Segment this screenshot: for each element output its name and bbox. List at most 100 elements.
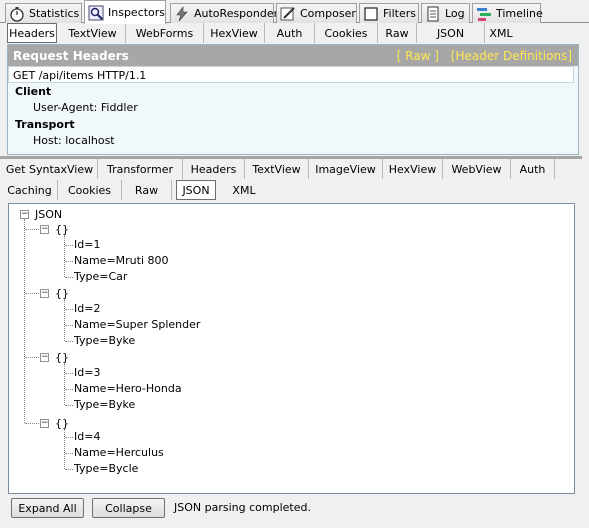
response-tab-caching[interactable]: Caching (2, 180, 58, 200)
header-group-transport: Transport (15, 118, 75, 131)
tree-field-node[interactable]: Id=1 (74, 238, 100, 251)
tree-field-node[interactable]: Id=4 (74, 430, 100, 443)
tree-object-node[interactable]: {} (55, 223, 69, 236)
tab-composer-label: Composer (300, 7, 356, 20)
stopwatch-icon (9, 6, 25, 22)
collapse-toggle-icon[interactable]: − (20, 210, 29, 219)
tree-connector (64, 235, 65, 277)
tab-statistics[interactable]: Statistics (5, 3, 82, 23)
response-tab-transformer[interactable]: Transformer (98, 159, 183, 179)
request-tab-auth[interactable]: Auth (265, 23, 315, 43)
tree-connector (65, 245, 73, 246)
tree-connector (65, 437, 73, 438)
tree-connector (65, 469, 73, 470)
request-headers-title: Request Headers (13, 49, 129, 63)
tree-root-node[interactable]: JSON (35, 208, 62, 221)
request-tab-webforms[interactable]: WebForms (126, 23, 204, 43)
tree-connector (65, 325, 73, 326)
tree-connector (25, 357, 41, 358)
response-tab-raw[interactable]: Raw (122, 180, 172, 200)
response-tab-headers[interactable]: Headers (183, 159, 245, 179)
tree-connector (25, 423, 41, 424)
raw-link[interactable]: [ Raw ] (397, 49, 439, 63)
request-headers-pane: Request Headers [ Raw ] [Header Definiti… (7, 44, 579, 155)
tab-composer[interactable]: Composer (276, 3, 357, 23)
tree-field-node[interactable]: Type=Byke (74, 398, 135, 411)
tree-field-node[interactable]: Name=Super Splender (74, 318, 200, 331)
tree-connector (64, 363, 65, 405)
tab-autoresponder-label: AutoResponder (194, 7, 279, 20)
request-tab-hexview[interactable]: HexView (204, 23, 265, 43)
tree-connector (65, 405, 73, 406)
response-tab-xml[interactable]: XML (219, 180, 269, 200)
response-tabs-row1: Get SyntaxView Transformer Headers TextV… (2, 159, 577, 180)
response-tabs-row2: Caching Cookies Raw JSON XML (2, 180, 302, 201)
request-tabs: Headers TextView WebForms HexView Auth C… (7, 23, 579, 44)
log-icon (425, 6, 441, 22)
inspector-tab-strip: Statistics Inspectors AutoResponder Comp… (0, 0, 589, 24)
tab-inspectors-label: Inspectors (108, 6, 166, 19)
tree-connector (65, 453, 73, 454)
pencil-icon (280, 6, 296, 22)
tree-field-node[interactable]: Id=3 (74, 366, 100, 379)
collapse-toggle-icon[interactable]: − (40, 419, 49, 428)
request-tab-headers[interactable]: Headers (7, 23, 57, 43)
tree-connector (64, 299, 65, 341)
tree-connector (65, 341, 73, 342)
response-tab-get-syntaxview[interactable]: Get SyntaxView (2, 159, 98, 179)
header-user-agent: User-Agent: Fiddler (33, 101, 138, 114)
response-tab-imageview[interactable]: ImageView (309, 159, 383, 179)
collapse-toggle-icon[interactable]: − (40, 353, 49, 362)
expand-all-button[interactable]: Expand All (11, 498, 84, 518)
response-tab-textview[interactable]: TextView (245, 159, 309, 179)
collapse-button[interactable]: Collapse (92, 498, 165, 518)
tree-connector (65, 373, 73, 374)
request-tab-textview[interactable]: TextView (60, 23, 126, 43)
json-tree: − JSON − {} Id=1 Name=Mruti 800 Type=Car… (8, 203, 575, 494)
tab-filters[interactable]: Filters (359, 3, 419, 23)
response-tab-cookies[interactable]: Cookies (58, 180, 122, 200)
request-headers-title-bar: Request Headers [ Raw ] [Header Definiti… (8, 45, 578, 66)
lightning-icon (174, 5, 190, 22)
header-group-client: Client (15, 85, 52, 98)
response-tab-webview[interactable]: WebView (443, 159, 511, 179)
header-host: Host: localhost (33, 134, 115, 147)
collapse-toggle-icon[interactable]: − (40, 289, 49, 298)
tree-field-node[interactable]: Name=Hero-Honda (74, 382, 182, 395)
tab-inspectors[interactable]: Inspectors (84, 0, 166, 24)
tree-field-node[interactable]: Name=Mruti 800 (74, 254, 169, 267)
response-tab-auth[interactable]: Auth (511, 159, 555, 179)
tree-field-node[interactable]: Type=Car (74, 270, 127, 283)
inspector-icon (88, 5, 104, 21)
tab-log[interactable]: Log (421, 3, 470, 23)
tree-connector (25, 293, 41, 294)
request-tab-xml[interactable]: XML (485, 23, 517, 43)
tree-connector (65, 309, 73, 310)
timeline-icon (476, 6, 492, 22)
tree-object-node[interactable]: {} (55, 287, 69, 300)
request-tab-cookies[interactable]: Cookies (315, 23, 378, 43)
response-tab-hexview[interactable]: HexView (383, 159, 443, 179)
tree-field-node[interactable]: Id=2 (74, 302, 100, 315)
tab-autoresponder[interactable]: AutoResponder (170, 3, 278, 23)
status-text: JSON parsing completed. (174, 501, 311, 514)
request-tab-raw[interactable]: Raw (378, 23, 417, 43)
tree-connector (24, 219, 25, 423)
checkbox-icon (363, 6, 379, 22)
tree-connector (65, 261, 73, 262)
tree-field-node[interactable]: Type=Byke (74, 334, 135, 347)
response-tab-json[interactable]: JSON (176, 180, 216, 200)
tab-filters-label: Filters (383, 7, 416, 20)
tree-field-node[interactable]: Type=Bycle (74, 462, 138, 475)
tree-connector (65, 389, 73, 390)
header-definitions-link[interactable]: [Header Definitions] (451, 49, 572, 63)
tab-timeline[interactable]: Timeline (472, 3, 543, 23)
request-tab-json[interactable]: JSON (417, 23, 485, 43)
tree-field-node[interactable]: Name=Herculus (74, 446, 164, 459)
tab-statistics-label: Statistics (29, 7, 80, 20)
tree-connector (64, 429, 65, 469)
collapse-toggle-icon[interactable]: − (40, 225, 49, 234)
tree-object-node[interactable]: {} (55, 417, 69, 430)
tree-object-node[interactable]: {} (55, 351, 69, 364)
tree-connector (25, 229, 41, 230)
